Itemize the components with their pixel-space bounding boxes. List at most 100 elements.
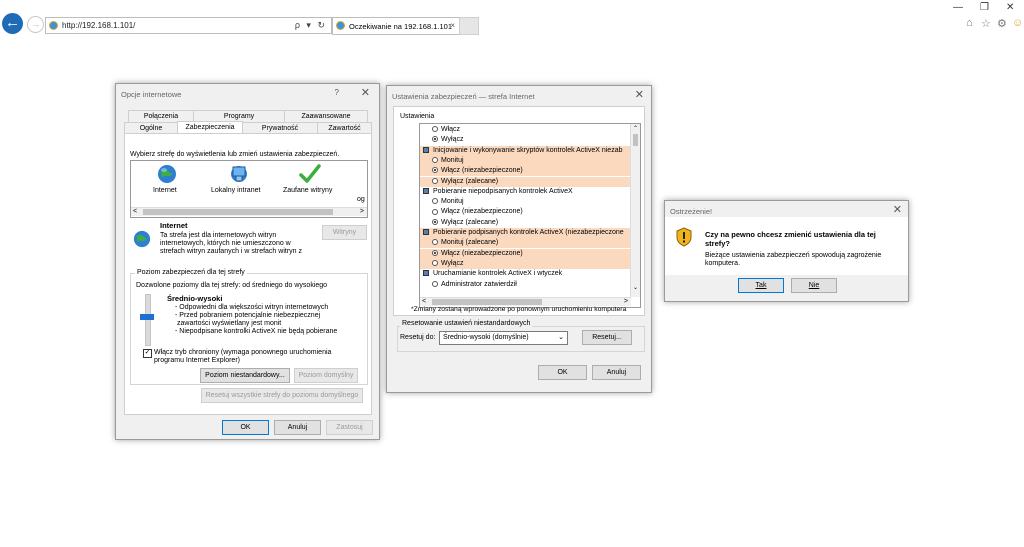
settings-category: Uruchamianie kontrolek ActiveX i wtyczek bbox=[420, 269, 631, 279]
scroll-thumb[interactable] bbox=[143, 209, 333, 215]
close-icon[interactable]: ✕ bbox=[361, 86, 370, 99]
level-slider-thumb[interactable] bbox=[140, 314, 154, 320]
radio-button[interactable] bbox=[432, 280, 438, 287]
reset-custom-group: Resetowanie ustawień niestandardowych Re… bbox=[397, 320, 645, 352]
scroll-left-icon[interactable]: < bbox=[422, 298, 426, 305]
settings-row-label: Uruchamianie kontrolek ActiveX i wtyczek bbox=[433, 270, 563, 278]
address-search-refresh-icons[interactable]: ρ ▾ ↻ bbox=[295, 20, 327, 31]
scroll-down-icon[interactable]: ⌄ bbox=[633, 284, 638, 291]
radio-button[interactable] bbox=[432, 260, 438, 267]
zone-desc-line2: internetowych, których nie umieszczono w bbox=[160, 240, 291, 247]
ok-button[interactable]: OK bbox=[222, 420, 269, 435]
settings-option[interactable]: Włącz (niezabezpieczone) bbox=[420, 248, 631, 259]
window-restore-button[interactable]: ❐ bbox=[980, 2, 989, 13]
tab-title: Oczekiwanie na 192.168.1.101 bbox=[349, 22, 452, 31]
local-intranet-icon[interactable] bbox=[228, 164, 250, 184]
zone-label-trusted-sites[interactable]: Zaufane witryny bbox=[283, 187, 332, 194]
scroll-right-icon[interactable]: > bbox=[360, 208, 364, 215]
reset-to-select[interactable]: Średnio-wysoki (domyślnie) ⌄ bbox=[439, 331, 568, 345]
setting-category-icon bbox=[423, 146, 429, 153]
radio-button[interactable] bbox=[432, 177, 438, 184]
settings-option[interactable]: Wyłącz (zalecane) bbox=[420, 176, 631, 187]
tab-close-icon[interactable]: × bbox=[450, 21, 455, 30]
cancel-button[interactable]: Anuluj bbox=[592, 365, 641, 380]
browser-tab[interactable]: Oczekiwanie na 192.168.1.101 × bbox=[332, 17, 460, 35]
settings-option[interactable]: Włącz (niezabezpieczone) bbox=[420, 207, 631, 217]
reset-button[interactable]: Resetuj... bbox=[582, 330, 632, 345]
settings-row-label: Włącz (niezabezpieczone) bbox=[441, 208, 523, 216]
zone-list[interactable]: Internet Lokalny intranet Zaufane witryn… bbox=[130, 160, 368, 218]
new-tab-button[interactable] bbox=[459, 17, 479, 35]
settings-category: Inicjowanie i wykonywanie skryptów kontr… bbox=[420, 145, 631, 156]
trusted-sites-check-icon[interactable] bbox=[299, 163, 321, 185]
radio-button[interactable] bbox=[432, 218, 438, 225]
zone-list-scrollbar[interactable]: < > bbox=[131, 207, 367, 216]
reset-custom-caption: Resetowanie ustawień niestandardowych bbox=[400, 320, 533, 327]
setting-category-icon bbox=[423, 187, 429, 194]
yes-button[interactable]: Tak bbox=[738, 278, 784, 293]
warning-detail-line2: komputera. bbox=[705, 260, 741, 267]
zone-label-local-intranet[interactable]: Lokalny intranet bbox=[211, 187, 260, 194]
help-icon[interactable]: ? bbox=[335, 88, 339, 97]
settings-vscrollbar[interactable]: ⌃ ⌄ bbox=[630, 124, 640, 297]
tab-advanced[interactable]: Zaawansowane bbox=[284, 110, 368, 122]
address-bar[interactable]: http://192.168.1.101/ ρ ▾ ↻ bbox=[45, 17, 332, 34]
default-level-button[interactable]: Poziom domyślny bbox=[294, 368, 358, 383]
settings-option[interactable]: Wyłącz bbox=[420, 135, 631, 145]
radio-button[interactable] bbox=[432, 126, 438, 133]
scroll-thumb[interactable] bbox=[633, 134, 638, 146]
radio-button[interactable] bbox=[432, 239, 438, 246]
settings-option[interactable]: Monituj (zalecane) bbox=[420, 238, 631, 249]
apply-button[interactable]: Zastosuj bbox=[326, 420, 373, 435]
home-icon[interactable]: ⌂ bbox=[966, 17, 973, 29]
back-arrow-icon: ← bbox=[5, 14, 20, 31]
setting-category-icon bbox=[423, 270, 429, 277]
scroll-thumb[interactable] bbox=[432, 299, 542, 305]
feedback-smiley-icon[interactable]: ☺ bbox=[1012, 17, 1023, 29]
settings-option[interactable]: Wyłącz bbox=[420, 258, 631, 269]
scroll-right-icon[interactable]: > bbox=[624, 298, 628, 305]
zone-label-internet[interactable]: Internet bbox=[153, 187, 177, 194]
protected-mode-checkbox[interactable]: ✓ bbox=[143, 349, 152, 358]
radio-button[interactable] bbox=[432, 249, 438, 256]
radio-button[interactable] bbox=[432, 157, 438, 164]
settings-row-label: Wyłącz bbox=[441, 259, 464, 267]
zone-label-restricted-partial[interactable]: og bbox=[357, 196, 365, 203]
settings-row-label: Włącz (niezabezpieczone) bbox=[441, 249, 523, 257]
back-button[interactable]: ← bbox=[2, 13, 23, 34]
custom-level-button[interactable]: Poziom niestandardowy... bbox=[200, 368, 290, 383]
radio-button[interactable] bbox=[432, 198, 438, 205]
protected-mode-label-2[interactable]: programu Internet Explorer) bbox=[154, 357, 240, 364]
settings-gear-icon[interactable]: ⚙ bbox=[997, 17, 1007, 30]
settings-list[interactable]: Włącz Wyłącz Inicjowanie i wykonywanie skr… bbox=[419, 123, 641, 308]
close-icon[interactable]: ✕ bbox=[635, 88, 644, 101]
address-url[interactable]: http://192.168.1.101/ bbox=[62, 21, 135, 30]
close-icon[interactable]: ✕ bbox=[893, 203, 902, 216]
cancel-button[interactable]: Anuluj bbox=[274, 420, 321, 435]
radio-button[interactable] bbox=[432, 167, 438, 174]
ok-button[interactable]: OK bbox=[538, 365, 587, 380]
window-minimize-button[interactable]: — bbox=[953, 2, 963, 13]
settings-option[interactable]: Wyłącz (zalecane) bbox=[420, 218, 631, 228]
no-button[interactable]: Nie bbox=[791, 278, 837, 293]
radio-button[interactable] bbox=[432, 136, 438, 143]
settings-option[interactable]: Administrator zatwierdził bbox=[420, 280, 631, 290]
settings-option[interactable]: Włącz (niezabezpieczone) bbox=[420, 166, 631, 177]
favorites-star-icon[interactable]: ☆ bbox=[981, 17, 991, 30]
settings-panel: Ustawienia Włącz Wyłącz Inicjowanie i wyko… bbox=[393, 106, 645, 316]
settings-option[interactable]: Monituj bbox=[420, 197, 631, 207]
level-slider-track[interactable] bbox=[145, 294, 151, 346]
radio-button[interactable] bbox=[432, 208, 438, 215]
scroll-left-icon[interactable]: < bbox=[133, 208, 137, 215]
ie-page-icon bbox=[49, 21, 58, 30]
forward-button[interactable]: → bbox=[27, 16, 44, 33]
sites-button[interactable]: Witryny bbox=[322, 225, 367, 240]
reset-all-zones-button[interactable]: Resetuj wszystkie strefy do poziomu domy… bbox=[201, 388, 363, 403]
settings-hscrollbar[interactable]: < > bbox=[420, 297, 631, 306]
scroll-up-icon[interactable]: ⌃ bbox=[633, 125, 638, 132]
protected-mode-label-1[interactable]: Włącz tryb chroniony (wymaga ponownego u… bbox=[154, 349, 331, 356]
settings-option[interactable]: Monituj bbox=[420, 155, 631, 166]
settings-option[interactable]: Włącz bbox=[420, 125, 631, 135]
internet-zone-icon[interactable] bbox=[157, 164, 177, 184]
window-close-button[interactable]: ✕ bbox=[1006, 2, 1014, 13]
